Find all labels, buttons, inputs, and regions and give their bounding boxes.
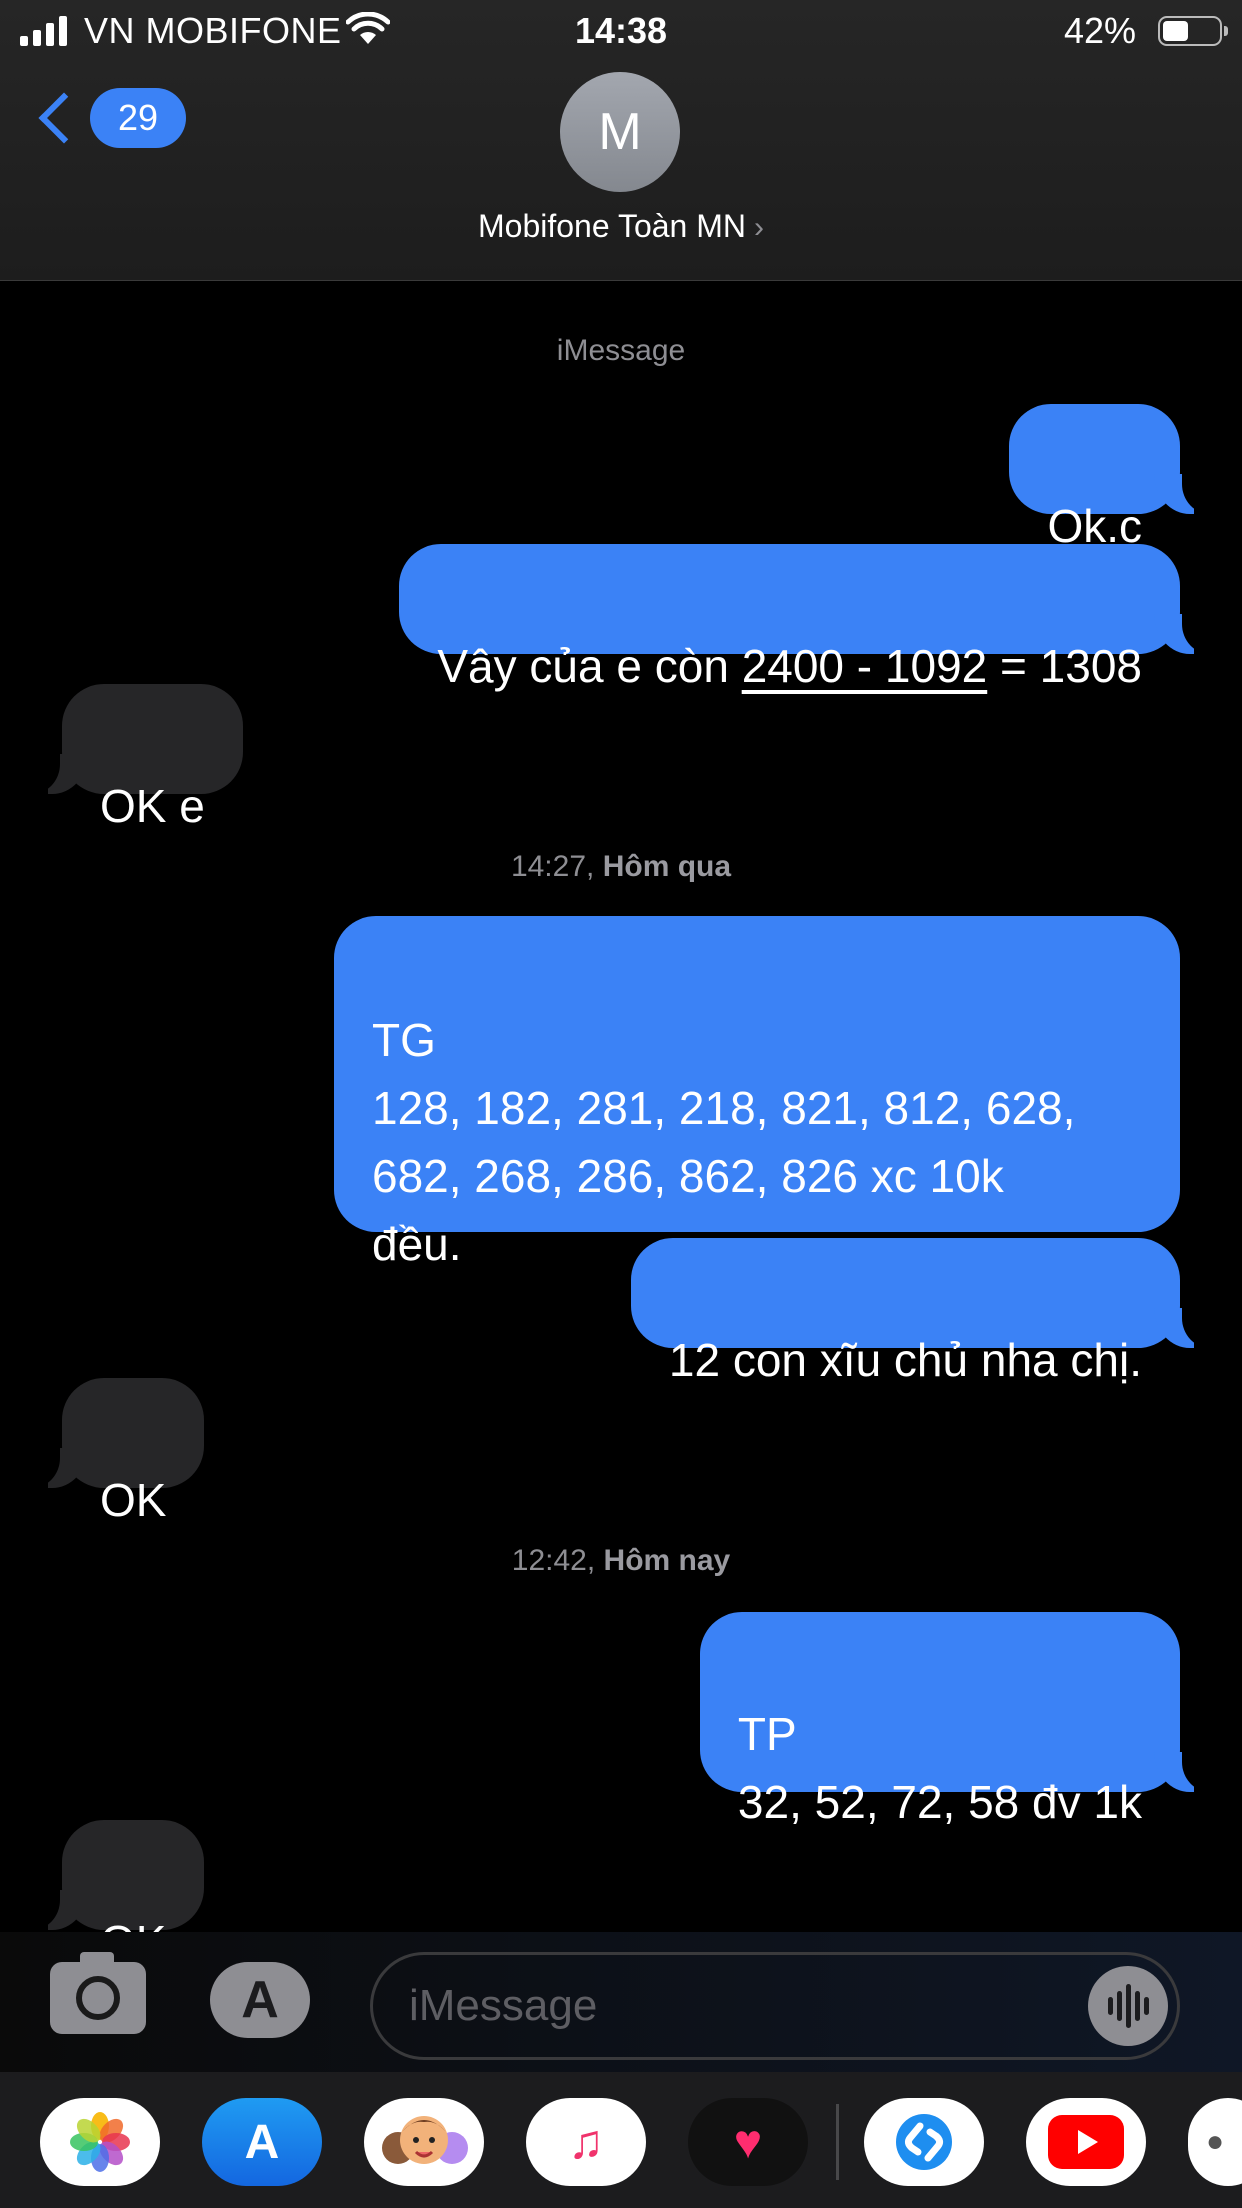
memoji-icon[interactable] bbox=[364, 2098, 484, 2186]
message-text: OK bbox=[100, 1474, 167, 1526]
timestamp-label: 14:27, Hôm qua bbox=[0, 850, 1242, 884]
music-icon[interactable]: ♫ bbox=[526, 2098, 646, 2186]
timestamp-time: 12:42, bbox=[511, 1544, 596, 1577]
chevron-right-icon: › bbox=[754, 211, 764, 244]
timestamp-day: Hôm qua bbox=[602, 850, 732, 883]
app-drawer: A ♫ ♥ ● bbox=[0, 2072, 1242, 2208]
unread-count-badge: 29 bbox=[90, 88, 186, 148]
message-text: TP 32, 52, 72, 58 đv 1k bbox=[737, 1708, 1142, 1828]
camera-icon[interactable] bbox=[50, 1952, 146, 2034]
audio-message-icon[interactable] bbox=[1088, 1966, 1168, 2046]
timestamp-day: Hôm nay bbox=[603, 1544, 731, 1577]
photos-icon[interactable] bbox=[40, 2098, 160, 2186]
status-time: 14:38 bbox=[574, 10, 668, 51]
bubble-tail bbox=[1154, 470, 1222, 514]
more-icon[interactable]: ● bbox=[1188, 2098, 1242, 2186]
service-label: iMessage bbox=[556, 334, 686, 367]
timestamp-time: 14:27, bbox=[510, 850, 595, 883]
message-text: TG 128, 182, 281, 218, 821, 812, 628, 68… bbox=[372, 1014, 1076, 1270]
bubble-tail bbox=[1154, 610, 1222, 654]
heart-icon[interactable]: ♥ bbox=[688, 2098, 808, 2186]
message-input[interactable] bbox=[370, 1952, 1180, 2060]
battery-icon bbox=[1158, 16, 1228, 46]
app-store-icon[interactable]: A bbox=[202, 2098, 322, 2186]
outgoing-message[interactable]: TG 128, 182, 281, 218, 821, 812, 628, 68… bbox=[334, 916, 1180, 1270]
contact-name-button[interactable]: Mobifone Toàn MN › bbox=[0, 208, 1242, 245]
timestamp-label: 12:42, Hôm nay bbox=[0, 1544, 1242, 1578]
chevron-left-icon bbox=[38, 92, 90, 144]
memoji-faces-icon bbox=[382, 2116, 468, 2164]
app-store-icon[interactable]: A bbox=[210, 1962, 310, 2038]
drawer-divider bbox=[836, 2104, 839, 2180]
incoming-message[interactable]: OK bbox=[62, 1820, 205, 1968]
youtube-logo-icon bbox=[1048, 2115, 1124, 2169]
outgoing-message[interactable]: Vây của e còn 2400 - 1092 = 1308 bbox=[399, 544, 1180, 692]
back-button[interactable]: 29 bbox=[36, 88, 186, 148]
outgoing-message[interactable]: Ok.c bbox=[1009, 404, 1180, 552]
incoming-message[interactable]: OK bbox=[62, 1378, 205, 1526]
message-text-prefix: Vây của e còn bbox=[437, 640, 742, 692]
bubble-tail bbox=[1154, 1304, 1222, 1348]
compose-bar: A bbox=[0, 1932, 1242, 2072]
shazam-icon[interactable] bbox=[864, 2098, 984, 2186]
contact-avatar[interactable]: M bbox=[560, 72, 680, 192]
contact-name: Mobifone Toàn MN bbox=[478, 208, 746, 244]
status-bar: VN MOBIFONE 14:38 42% bbox=[0, 0, 1242, 62]
message-text-suffix: = 1308 bbox=[987, 640, 1142, 692]
bubble-tail bbox=[1154, 1748, 1222, 1792]
battery-percentage: 42% bbox=[1063, 10, 1136, 51]
message-text-underlined[interactable]: 2400 - 1092 bbox=[742, 640, 988, 692]
shazam-logo-icon bbox=[896, 2114, 952, 2170]
battery-level-fill bbox=[1163, 21, 1189, 41]
message-text: 12 con xĩu chủ nha chị. bbox=[668, 1334, 1142, 1386]
youtube-icon[interactable] bbox=[1026, 2098, 1146, 2186]
message-text: OK e bbox=[100, 780, 205, 832]
photos-flower-icon bbox=[70, 2112, 130, 2172]
outgoing-message[interactable]: TP 32, 52, 72, 58 đv 1k bbox=[699, 1612, 1180, 1828]
outgoing-message[interactable]: 12 con xĩu chủ nha chị. bbox=[630, 1238, 1180, 1386]
incoming-message[interactable]: OK e bbox=[62, 684, 243, 832]
